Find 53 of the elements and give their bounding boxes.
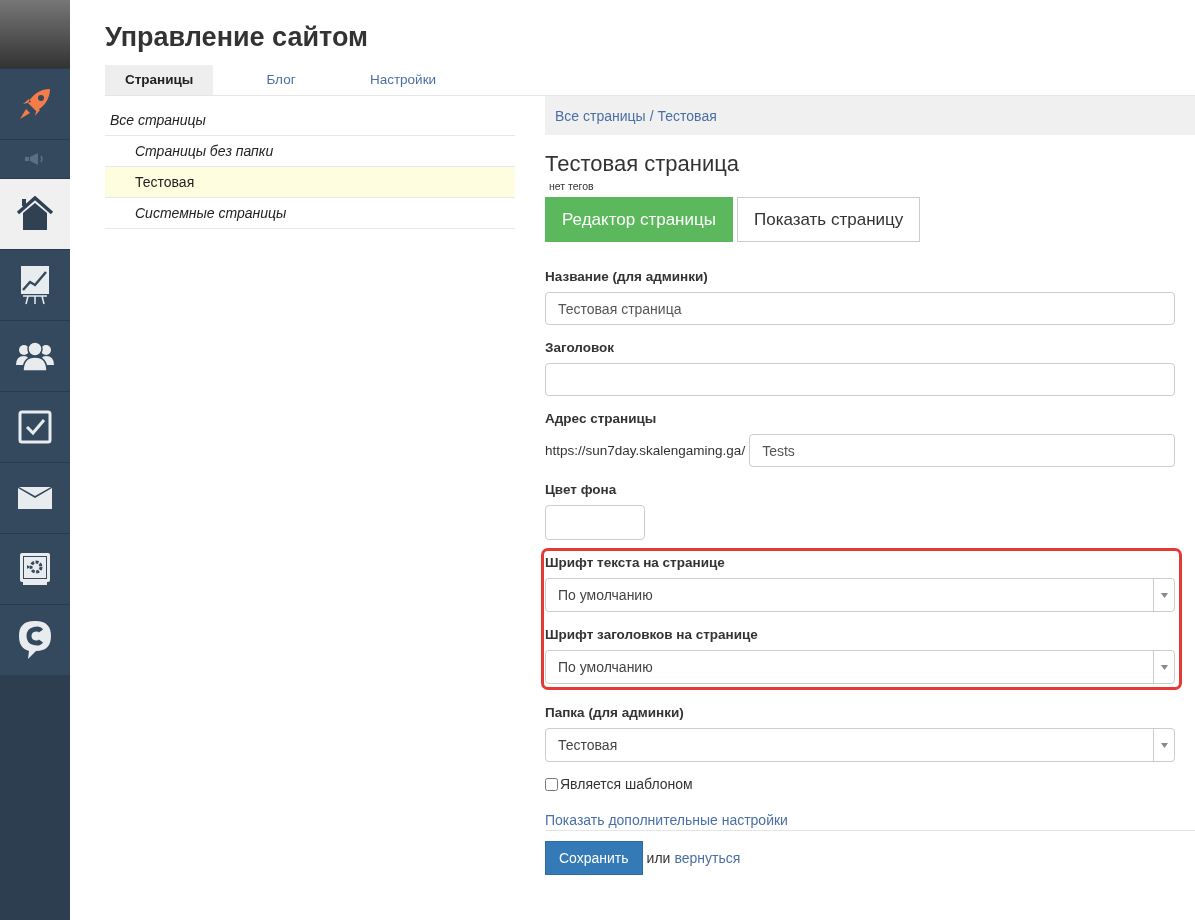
field-label: Шрифт текста на странице (545, 555, 725, 570)
color-field[interactable] (545, 505, 645, 540)
url-prefix: https://sun7day.skalengaming.ga/ (545, 443, 746, 458)
select-value: По умолчанию (558, 587, 653, 603)
users-icon (16, 341, 54, 371)
or-text: или (646, 850, 671, 866)
field-label: Заголовок (545, 340, 615, 355)
tags-text: нет тегов (549, 180, 594, 192)
sidebar-item[interactable] (0, 533, 70, 604)
checkbox[interactable] (545, 777, 558, 791)
select-field[interactable]: Тестовая (545, 728, 1175, 762)
sidebar-item[interactable] (0, 391, 70, 462)
breadcrumb-link[interactable]: Все страницы (555, 107, 646, 124)
chat-bubble-icon (18, 620, 52, 660)
tab[interactable]: Страницы (105, 65, 213, 95)
tree-item[interactable]: Системные страницы (105, 198, 515, 229)
sidebar-item[interactable] (0, 178, 70, 249)
speaker-icon (24, 152, 46, 166)
mail-icon (18, 487, 52, 509)
tab[interactable]: Настройки (349, 65, 457, 95)
page-heading: Управление сайтом (105, 21, 369, 54)
view-page-button[interactable]: Показать страницу (736, 197, 921, 242)
back-link[interactable]: вернуться (674, 850, 741, 866)
more-settings-link[interactable]: Показать дополнительные настройки (545, 812, 1195, 831)
url-field[interactable]: Tests (749, 434, 1176, 467)
sidebar-item[interactable] (0, 320, 70, 391)
sidebar-item[interactable] (0, 462, 70, 533)
breadcrumb-link[interactable]: Тестовая (657, 107, 717, 124)
checkbox-label: Является шаблоном (560, 776, 693, 792)
field-label: Адрес страницы (545, 411, 657, 426)
text-field[interactable]: Тестовая страница (545, 292, 1175, 325)
save-button[interactable]: Сохранить (545, 841, 643, 875)
field-label: Шрифт заголовков на странице (545, 627, 758, 642)
select-value: Тестовая (558, 737, 618, 753)
safe-icon (19, 552, 51, 586)
select-field[interactable]: По умолчанию (545, 578, 1175, 612)
chart-board-icon (20, 265, 50, 305)
tree-item[interactable]: Все страницы (105, 105, 515, 136)
breadcrumb-separator: / (649, 107, 654, 124)
text-field[interactable] (545, 363, 1175, 396)
field-label: Папка (для админки) (545, 705, 684, 720)
photo-placeholder (0, 0, 70, 68)
tab[interactable]: Блог (227, 65, 335, 95)
checkbox-icon (18, 410, 52, 444)
home-icon (16, 196, 54, 232)
field-label: Цвет фона (545, 482, 617, 497)
sidebar-item[interactable] (0, 249, 70, 320)
tree-item[interactable]: Тестовая (105, 167, 515, 198)
field-label: Название (для админки) (545, 269, 708, 284)
select-value: По умолчанию (558, 659, 653, 675)
sidebar-item[interactable] (0, 604, 70, 675)
select-field[interactable]: По умолчанию (545, 650, 1175, 684)
page-title: Тестовая страница (545, 151, 741, 177)
